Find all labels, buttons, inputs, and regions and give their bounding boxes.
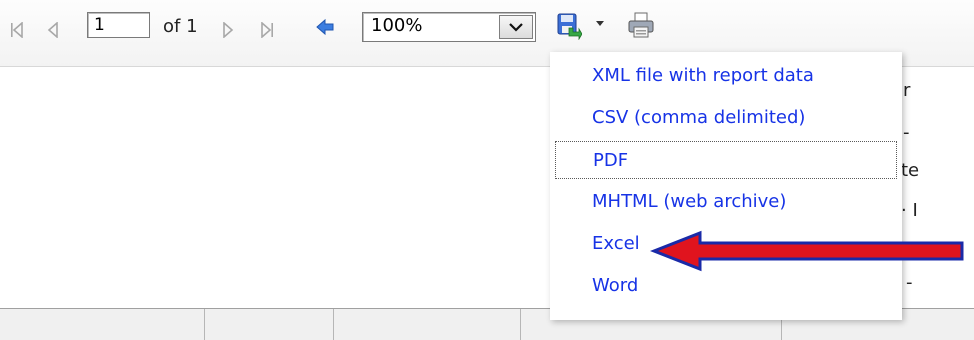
export-save-icon[interactable] [556,12,582,40]
table-cell [205,309,334,340]
zoom-value: 100% [371,15,423,36]
menu-item-label: CSV (comma delimited) [592,107,806,128]
menu-item-csv[interactable]: CSV (comma delimited) [555,99,897,137]
back-icon[interactable] [316,18,334,36]
menu-item-xml[interactable]: XML file with report data [555,57,897,95]
page-total-label: of 1 [163,16,198,37]
menu-item-mhtml[interactable]: MHTML (web archive) [555,183,897,221]
menu-item-label: PDF [593,150,629,171]
report-text-fragment: - [903,122,910,143]
zoom-select[interactable]: 100% [362,12,536,42]
table-cell [334,309,521,340]
menu-item-label: Word [592,275,639,296]
table-cell [0,309,205,340]
zoom-dropdown-button[interactable] [499,15,533,39]
menu-item-label: Excel [592,233,640,254]
page-number-input[interactable]: 1 [87,12,150,38]
first-page-icon[interactable] [10,22,24,38]
previous-page-icon[interactable] [47,22,59,38]
last-page-icon[interactable] [260,22,274,38]
menu-item-pdf[interactable]: PDF [555,141,897,179]
menu-item-label: MHTML (web archive) [592,191,787,212]
page-number-value: 1 [94,15,105,35]
printer-icon[interactable] [626,10,656,40]
report-text-fragment: · I [901,200,918,221]
chevron-down-icon [509,23,523,32]
caret-down-icon[interactable] [595,20,605,28]
report-text-fragment: - [906,272,913,293]
report-text-fragment: te [901,160,920,181]
report-text-fragment: r [903,80,911,101]
menu-item-label: XML file with report data [592,65,814,86]
export-format-menu: XML file with report data CSV (comma del… [550,52,902,320]
annotation-arrow [650,230,964,272]
next-page-icon[interactable] [222,22,234,38]
